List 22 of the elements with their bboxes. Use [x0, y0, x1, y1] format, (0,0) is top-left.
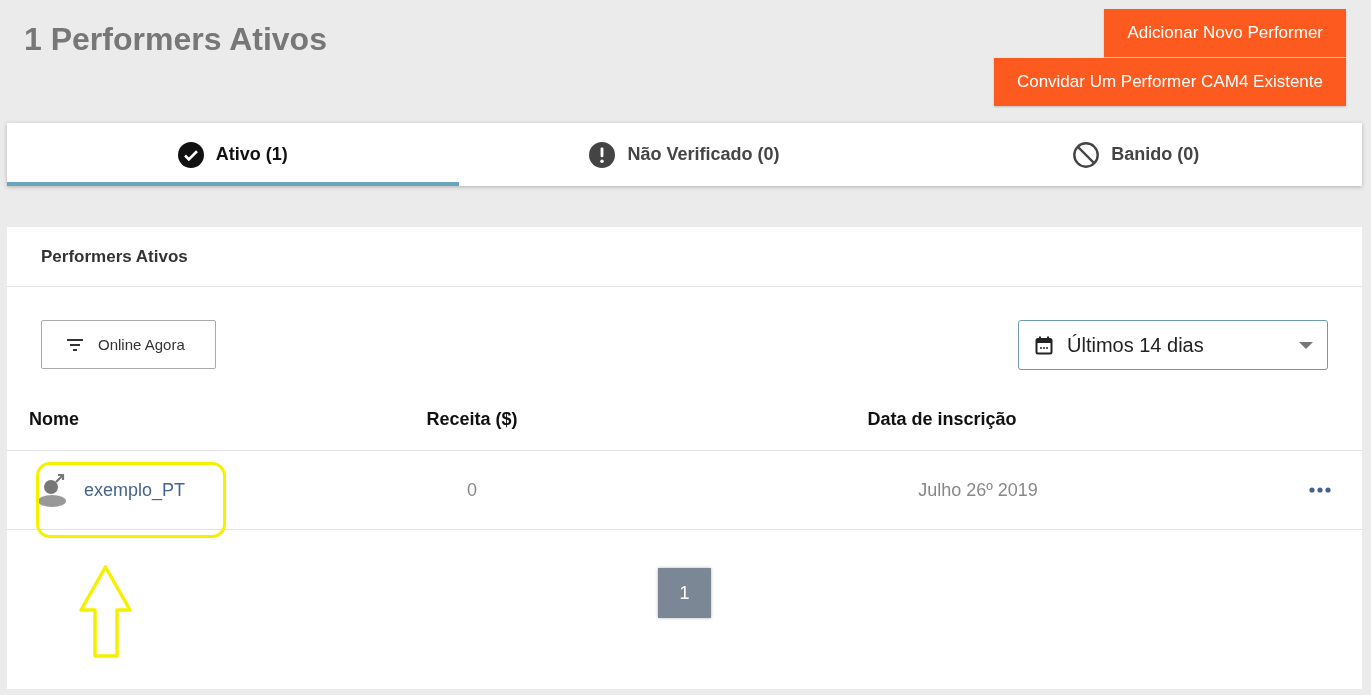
column-header: Data de inscrição: [867, 409, 1017, 430]
table-cell: Julho 26º 2019: [918, 479, 1038, 501]
filter-icon: [66, 337, 84, 352]
prohibited-icon: [1073, 141, 1100, 168]
calendar-icon: [1035, 335, 1053, 355]
status-tab[interactable]: Não Verificado (0): [458, 123, 911, 186]
user-avatar-icon: [38, 472, 68, 508]
status-tab[interactable]: Ativo (1): [7, 123, 459, 186]
column-header: Receita ($): [426, 409, 518, 430]
status-tab[interactable]: Banido (0): [910, 123, 1362, 186]
page-button[interactable]: 1: [658, 568, 711, 618]
filter-button[interactable]: Online Agora: [41, 320, 216, 369]
column-header: Nome: [29, 409, 79, 430]
exclamation-circle-icon: [589, 141, 616, 168]
table-cell: 0: [467, 479, 477, 501]
more-options-icon[interactable]: [1308, 487, 1331, 493]
dropdown-caret-icon: [1299, 341, 1313, 349]
page-title: 1 Performers Ativos: [24, 21, 327, 57]
card-title: Performers Ativos: [41, 246, 188, 267]
date-range-dropdown[interactable]: Últimos 14 dias: [1018, 320, 1328, 370]
performer-name-link[interactable]: exemplo_PT: [84, 479, 186, 501]
check-circle-icon: [177, 141, 204, 168]
